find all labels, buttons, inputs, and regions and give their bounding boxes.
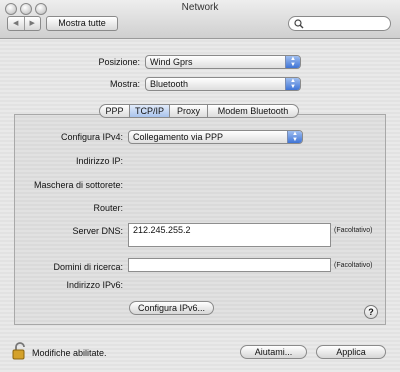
show-value: Bluetooth: [150, 79, 189, 89]
ipv4-popup[interactable]: Collegamento via PPP ▲ ▼: [128, 130, 303, 144]
location-label: Posizione:: [98, 57, 140, 67]
tab-modem-bluetooth[interactable]: Modem Bluetooth: [207, 104, 299, 118]
subnet-label: Maschera di sottorete:: [33, 180, 123, 190]
forward-icon[interactable]: ▶: [25, 17, 41, 30]
dns-value: 212.245.255.2: [133, 225, 191, 235]
router-label: Router:: [93, 203, 123, 213]
configure-ipv6-button[interactable]: Configura IPv6...: [129, 301, 214, 315]
show-label: Mostra:: [109, 79, 140, 89]
show-popup[interactable]: Bluetooth ▲ ▼: [145, 77, 301, 91]
tab-tcpip[interactable]: TCP/IP: [129, 104, 169, 118]
search-input[interactable]: [288, 16, 391, 31]
search-domains-field[interactable]: [128, 258, 331, 272]
window-title: Network: [181, 2, 219, 13]
assist-me-button[interactable]: Aiutami...: [240, 345, 307, 359]
ipv4-label: Configura IPv4:: [60, 132, 123, 142]
tcpip-panel: [14, 114, 386, 325]
dns-optional-hint: (Facoltativo): [334, 227, 373, 234]
lock-status-text: Modifiche abilitate.: [32, 348, 107, 358]
help-icon[interactable]: ?: [364, 305, 378, 319]
location-value: Wind Gprs: [150, 57, 193, 67]
tab-bar: PPP TCP/IP Proxy Modem Bluetooth: [99, 104, 299, 118]
popup-arrows-icon: ▲ ▼: [287, 131, 302, 143]
popup-arrows-icon: ▲ ▼: [285, 78, 300, 90]
tab-ppp[interactable]: PPP: [99, 104, 129, 118]
lock-open-icon[interactable]: [12, 342, 28, 360]
dns-label: Server DNS:: [72, 226, 123, 236]
ip-address-label: Indirizzo IP:: [75, 156, 123, 166]
ipv6-label: Indirizzo IPv6:: [66, 280, 123, 290]
search-domains-label: Domini di ricerca:: [53, 262, 123, 272]
search-domains-optional-hint: (Facoltativo): [334, 262, 373, 269]
back-forward-control: ◀ ▶: [7, 16, 41, 31]
apply-button[interactable]: Applica: [316, 345, 386, 359]
popup-arrows-icon: ▲ ▼: [285, 56, 300, 68]
show-all-button[interactable]: Mostra tutte: [46, 16, 118, 31]
back-icon[interactable]: ◀: [8, 17, 25, 30]
location-popup[interactable]: Wind Gprs ▲ ▼: [145, 55, 301, 69]
ipv4-value: Collegamento via PPP: [133, 132, 224, 142]
tab-proxy[interactable]: Proxy: [169, 104, 207, 118]
search-icon: [294, 19, 304, 29]
dns-field[interactable]: 212.245.255.2: [128, 223, 331, 247]
